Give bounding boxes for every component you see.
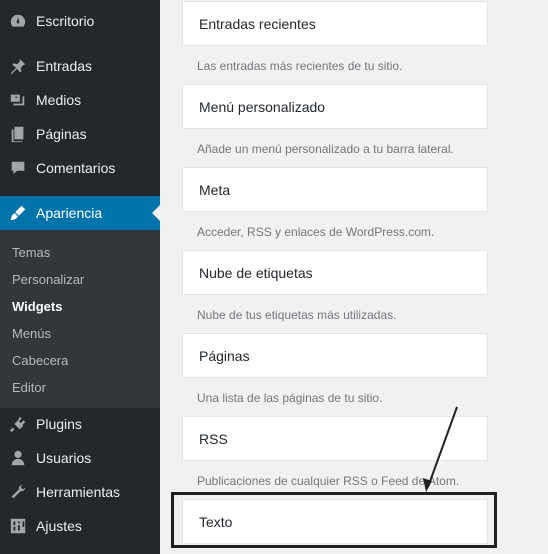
widget-description: Las entradas más recientes de tu sitio. bbox=[197, 59, 403, 73]
widget-title: Meta bbox=[199, 182, 231, 198]
menu-item-plugins[interactable]: Plugins bbox=[0, 407, 160, 441]
widget-title: Entradas recientes bbox=[199, 16, 316, 32]
admin-sidebar: Escritorio Entradas Medios Páginas Comen… bbox=[0, 0, 160, 554]
highlight-box bbox=[171, 492, 497, 548]
menu-label: Medios bbox=[36, 92, 82, 108]
menu-item-comentarios[interactable]: Comentarios bbox=[0, 151, 160, 185]
menu-item-herramientas[interactable]: Herramientas bbox=[0, 475, 160, 509]
active-arrow bbox=[152, 205, 160, 221]
widget-rss[interactable]: RSS bbox=[182, 416, 488, 461]
submenu-item-cabecera[interactable]: Cabecera bbox=[12, 353, 68, 368]
widget-description: Nube de tus etiquetas más utilizadas. bbox=[197, 308, 397, 322]
menu-label: Usuarios bbox=[36, 450, 92, 466]
menu-label: Páginas bbox=[36, 126, 87, 142]
pages-icon bbox=[8, 124, 28, 144]
plugins-icon bbox=[8, 414, 28, 434]
menu-label: Comentarios bbox=[36, 160, 116, 176]
widget-menu-personalizado[interactable]: Menú personalizado bbox=[182, 84, 488, 129]
menu-item-ajustes[interactable]: Ajustes bbox=[0, 509, 160, 543]
widget-description: Una lista de las páginas de tu sitio. bbox=[197, 391, 383, 405]
users-icon bbox=[8, 448, 28, 468]
comments-icon bbox=[8, 158, 28, 178]
submenu-item-menus[interactable]: Menús bbox=[12, 326, 51, 341]
appearance-submenu: Temas Personalizar Widgets Menús Cabecer… bbox=[0, 230, 160, 408]
menu-label: Herramientas bbox=[36, 484, 121, 500]
settings-icon bbox=[8, 516, 28, 536]
widget-title: Páginas bbox=[199, 348, 250, 364]
submenu-item-personalizar[interactable]: Personalizar bbox=[12, 272, 84, 287]
menu-item-entradas[interactable]: Entradas bbox=[0, 49, 160, 83]
submenu-item-widgets[interactable]: Widgets bbox=[12, 299, 62, 314]
menu-label: Apariencia bbox=[36, 205, 103, 221]
menu-label: Plugins bbox=[36, 416, 82, 432]
menu-item-apariencia[interactable]: Apariencia bbox=[0, 196, 160, 230]
menu-label: Escritorio bbox=[36, 13, 95, 29]
submenu-item-temas[interactable]: Temas bbox=[12, 245, 50, 260]
menu-label: Ajustes bbox=[36, 518, 82, 534]
widget-description: Añade un menú personalizado a tu barra l… bbox=[197, 142, 454, 156]
dashboard-icon bbox=[8, 11, 28, 31]
menu-item-usuarios[interactable]: Usuarios bbox=[0, 441, 160, 475]
widget-meta[interactable]: Meta bbox=[182, 167, 488, 212]
widget-nube-de-etiquetas[interactable]: Nube de etiquetas bbox=[182, 250, 488, 295]
appearance-icon bbox=[8, 203, 28, 223]
widget-entradas-recientes[interactable]: Entradas recientes bbox=[182, 1, 488, 46]
widget-description: Acceder, RSS y enlaces de WordPress.com. bbox=[197, 225, 435, 239]
media-icon bbox=[8, 90, 28, 110]
widget-title: Nube de etiquetas bbox=[199, 265, 313, 281]
menu-label: Entradas bbox=[36, 58, 93, 74]
widget-description: Publicaciones de cualquier RSS o Feed de… bbox=[197, 474, 460, 488]
widget-title: Menú personalizado bbox=[199, 99, 326, 115]
menu-item-escritorio[interactable]: Escritorio bbox=[0, 4, 160, 38]
menu-item-paginas[interactable]: Páginas bbox=[0, 117, 160, 151]
tools-icon bbox=[8, 482, 28, 502]
pin-icon bbox=[8, 56, 28, 76]
submenu-item-editor[interactable]: Editor bbox=[12, 380, 46, 395]
menu-item-medios[interactable]: Medios bbox=[0, 83, 160, 117]
widget-title: RSS bbox=[199, 431, 228, 447]
widget-paginas[interactable]: Páginas bbox=[182, 333, 488, 378]
